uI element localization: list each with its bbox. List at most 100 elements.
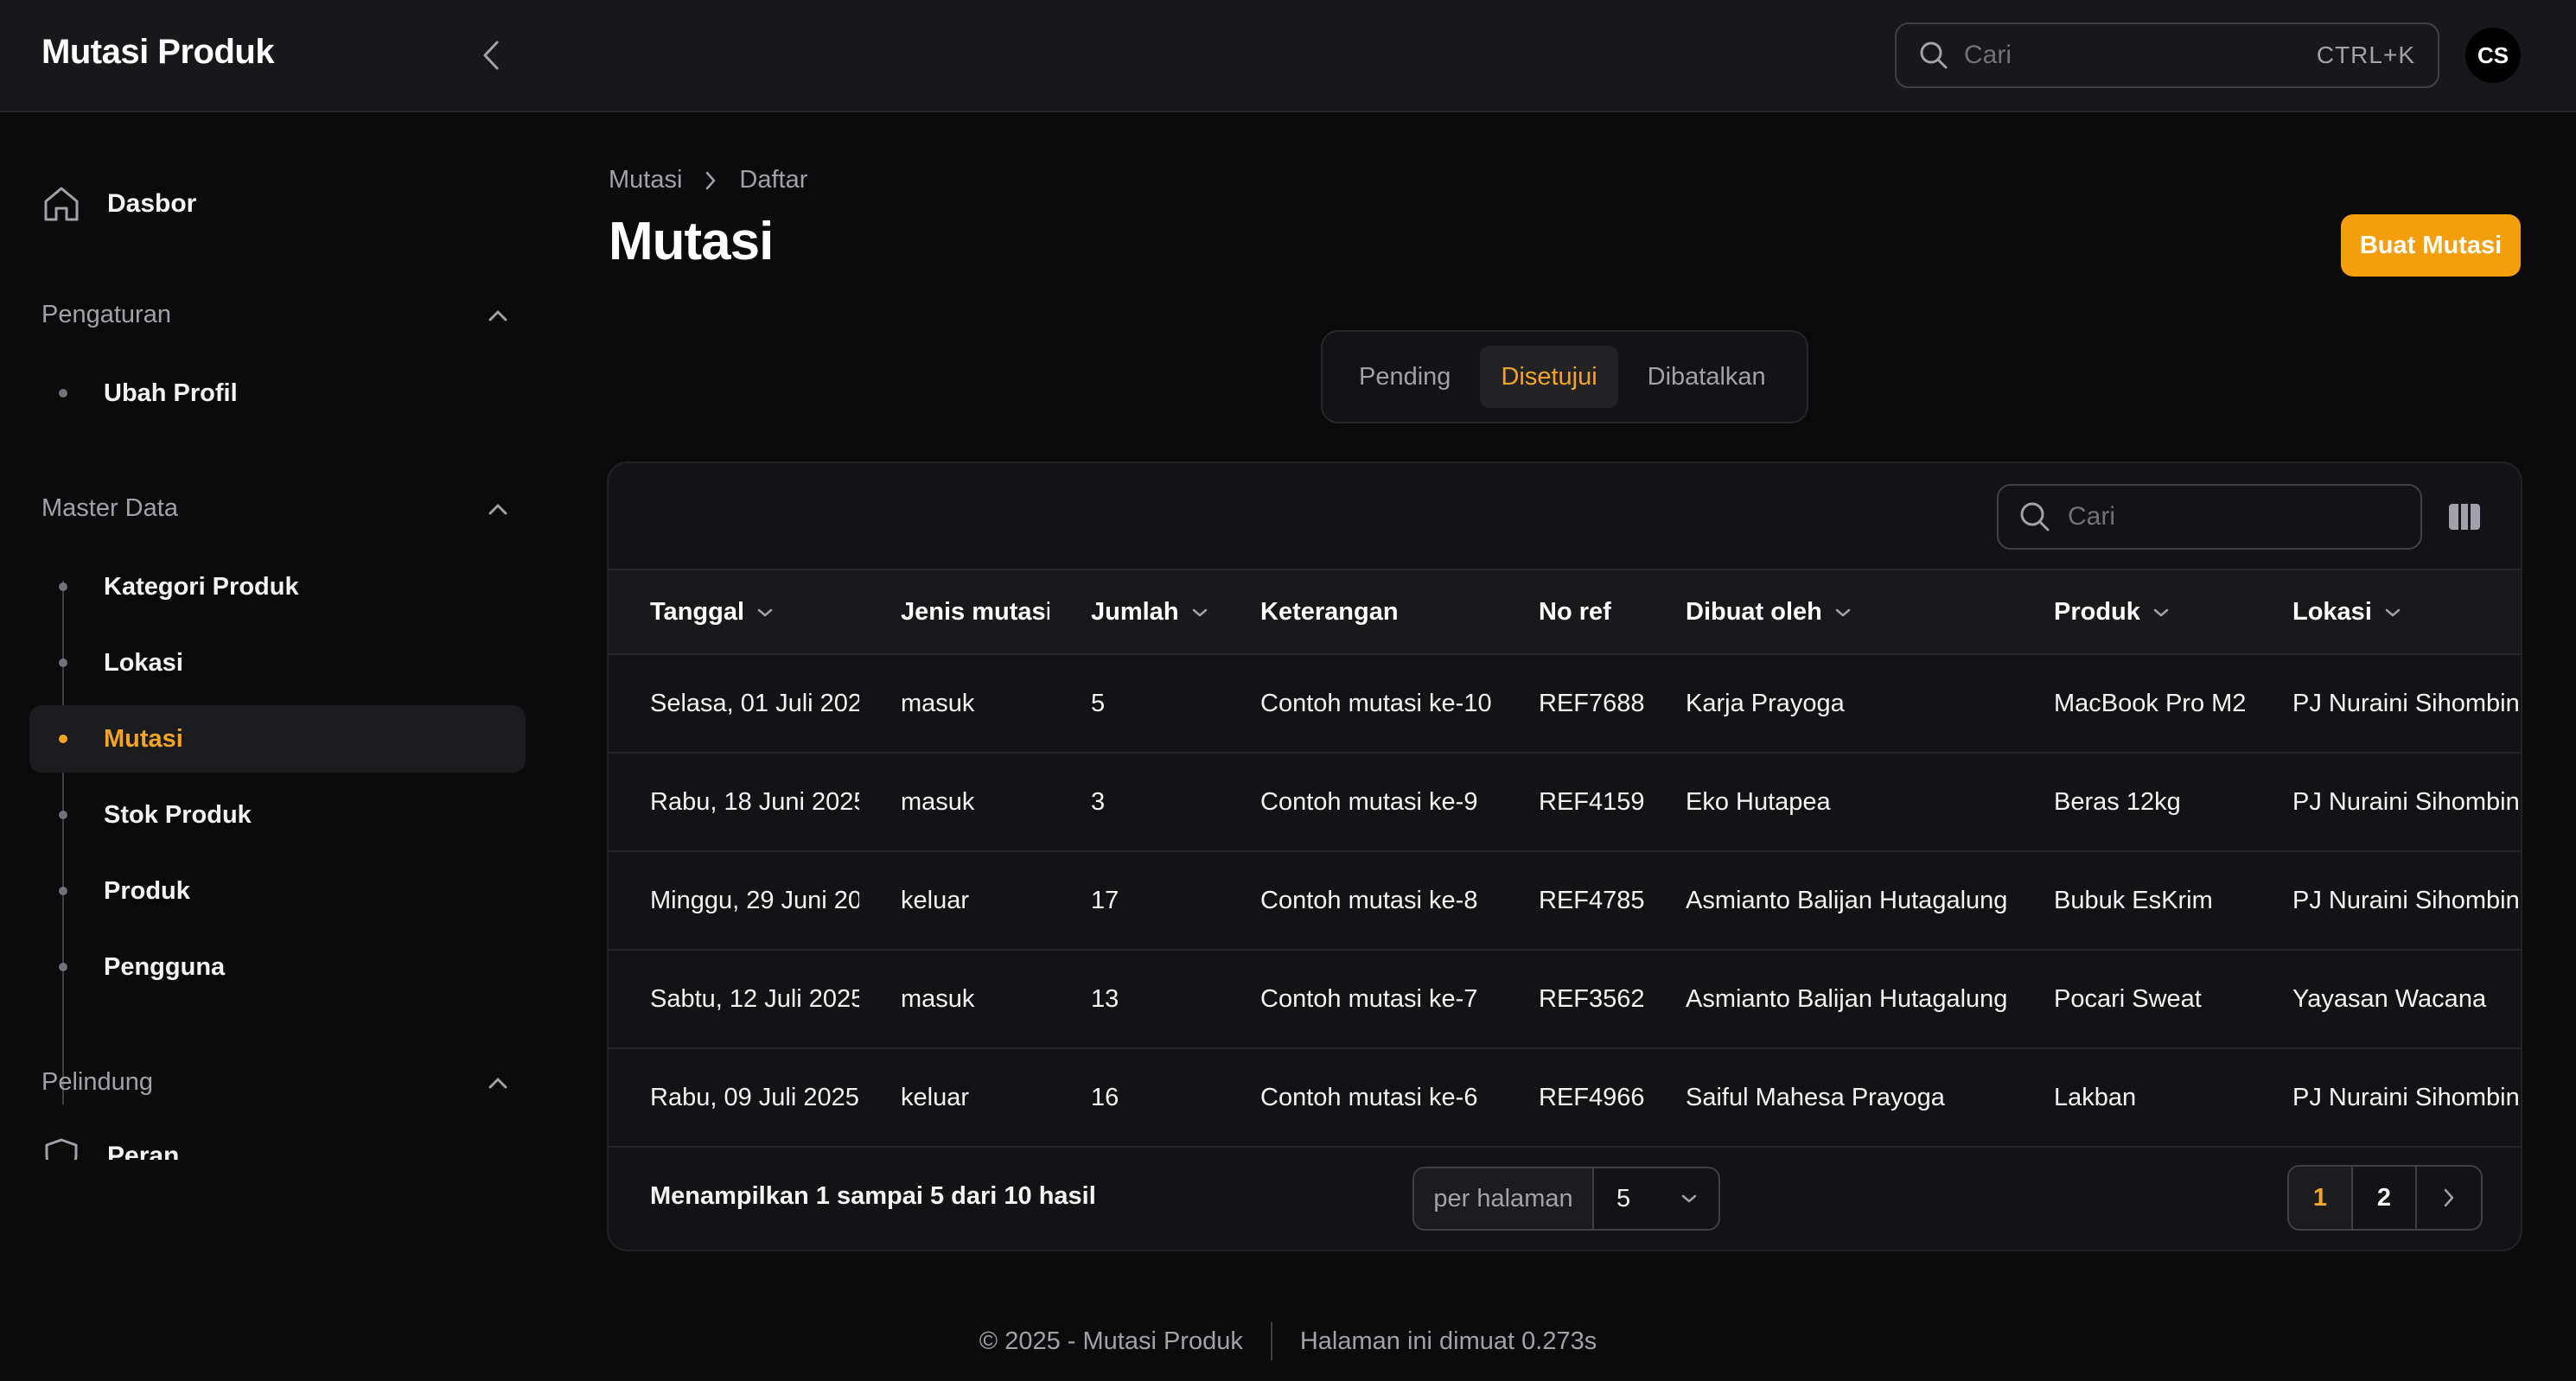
sidebar-item-label: Kategori Produk [104, 572, 299, 601]
cell-no-ref: REF4159 [1539, 787, 1644, 816]
sidebar-item-kategori-produk[interactable]: Kategori Produk [29, 553, 526, 620]
sidebar-item-label: Dasbor [107, 189, 197, 218]
chevron-down-icon [1835, 608, 1851, 617]
cell-jumlah: 16 [1091, 1083, 1119, 1111]
cell-jumlah: 3 [1091, 787, 1106, 816]
table-card: Cari Tanggal Jenis mutasi Jumlah Keteran… [607, 461, 2522, 1251]
cell-tanggal: Minggu, 29 Juni 2025 [650, 886, 859, 914]
per-page-value: 5 [1616, 1184, 1631, 1212]
cell-lokasi: PJ Nuraini Sihombing [2292, 787, 2522, 816]
table-row[interactable]: Minggu, 29 Juni 2025 keluar 17 Contoh mu… [609, 851, 2522, 950]
sidebar-item-label: Pengguna [104, 952, 226, 981]
table-row[interactable]: Selasa, 01 Juli 2025 masuk 5 Contoh muta… [609, 654, 2521, 753]
table-row[interactable]: Rabu, 18 Juni 2025 masuk 3 Contoh mutasi… [609, 753, 2522, 851]
bullet-dot [59, 963, 67, 971]
cell-produk: Bubuk EsKrim [2054, 886, 2213, 914]
column-header-lokasi[interactable]: Lokasi [2251, 570, 2521, 654]
bullet-dot [59, 811, 67, 819]
cell-no-ref: REF4785 [1539, 886, 1644, 914]
sidebar-item-stok-produk[interactable]: Stok Produk [29, 781, 526, 849]
chevron-down-icon [757, 608, 773, 617]
group-header-pelindung[interactable]: Pelindung [41, 1068, 508, 1097]
chevron-right-icon [2444, 1188, 2454, 1207]
columns-toggle-icon[interactable] [2446, 501, 2483, 532]
tab-dibatalkan[interactable]: Dibatalkan [1627, 346, 1787, 408]
cell-jenis-mutasi: masuk [901, 689, 975, 717]
per-page-select[interactable]: per halaman 5 [1412, 1167, 1720, 1231]
cell-lokasi: PJ Nuraini Sihombing [2292, 886, 2522, 914]
next-page-button[interactable] [2417, 1167, 2481, 1229]
status-tabs: Pending Disetujui Dibatalkan [1321, 330, 1808, 423]
cell-tanggal: Sabtu, 12 Juli 2025 [650, 984, 859, 1013]
cell-no-ref: REF7688 [1539, 689, 1644, 717]
cell-tanggal: Rabu, 09 Juli 2025 [650, 1083, 859, 1111]
group-label: Pengaturan [41, 301, 171, 328]
sidebar-item-ubah-profil[interactable]: Ubah Profil [29, 360, 526, 427]
breadcrumb-link[interactable]: Mutasi [609, 166, 682, 194]
collapse-sidebar-button[interactable] [474, 35, 508, 76]
column-header-jumlah[interactable]: Jumlah [1049, 570, 1219, 654]
group-header-master-data[interactable]: Master Data [41, 494, 508, 523]
chevron-up-icon [488, 1078, 507, 1088]
sidebar-item-dasbor[interactable]: Dasbor [41, 180, 196, 228]
tab-pending[interactable]: Pending [1338, 346, 1471, 408]
column-header-no-ref: No ref [1497, 570, 1644, 654]
cell-dibuat-oleh: Eko Hutapea [1686, 787, 1831, 816]
sidebar-item-label: Mutasi [104, 724, 183, 753]
sidebar: Dasbor Pengaturan Ubah Profil Master Dat… [0, 114, 553, 1160]
load-time-text: Halaman ini dimuat 0.273s [1299, 1327, 1597, 1355]
cell-jenis-mutasi: keluar [901, 1083, 969, 1111]
sidebar-item-label: Ubah Profil [104, 379, 238, 407]
bullet-dot [59, 735, 67, 743]
page-footer: © 2025 - Mutasi Produk Halaman ini dimua… [0, 1322, 2576, 1360]
search-icon [1920, 41, 1948, 69]
cell-no-ref: REF4966 [1539, 1083, 1644, 1111]
cell-jumlah: 17 [1091, 886, 1119, 914]
global-search-input[interactable]: Cari CTRL+K [1895, 22, 2439, 88]
table-row[interactable]: Rabu, 09 Juli 2025 keluar 16 Contoh muta… [609, 1048, 2521, 1147]
bullet-dot [59, 659, 67, 667]
cell-keterangan: Contoh mutasi ke-10 [1260, 689, 1492, 717]
create-mutasi-button[interactable]: Buat Mutasi [2341, 214, 2521, 277]
tab-disetujui[interactable]: Disetujui [1480, 346, 1618, 408]
shield-icon [45, 1138, 78, 1160]
bullet-dot [59, 582, 67, 591]
column-label: Jumlah [1091, 597, 1179, 626]
column-header-dibuat-oleh[interactable]: Dibuat oleh [1644, 570, 2012, 654]
sidebar-item-pengguna[interactable]: Pengguna [29, 933, 526, 1001]
app-title[interactable]: Mutasi Produk [41, 33, 275, 72]
sidebar-item-label: Lokasi [104, 648, 183, 677]
cell-dibuat-oleh: Saiful Mahesa Prayoga [1686, 1083, 1945, 1111]
column-header-produk[interactable]: Produk [2012, 570, 2251, 654]
pagination: 1 2 [2287, 1165, 2483, 1231]
cell-keterangan: Contoh mutasi ke-9 [1260, 787, 1478, 816]
group-header-pengaturan[interactable]: Pengaturan [41, 301, 508, 329]
per-page-value-container[interactable]: 5 [1594, 1168, 1718, 1229]
chevron-down-icon [1192, 608, 1207, 617]
cell-jumlah: 5 [1091, 689, 1106, 717]
column-header-jenis-mutasi: Jenis mutasi [859, 570, 1049, 654]
home-icon [44, 187, 79, 221]
group-label: Master Data [41, 494, 178, 522]
breadcrumb-current: Daftar [739, 166, 808, 194]
user-avatar[interactable]: CS [2465, 28, 2521, 83]
chevron-right-icon [705, 170, 717, 191]
sidebar-item-mutasi[interactable]: Mutasi [29, 705, 526, 773]
sidebar-item-lokasi[interactable]: Lokasi [29, 629, 526, 697]
cell-produk: MacBook Pro M2 [2054, 689, 2247, 717]
table-search-input[interactable]: Cari [1997, 484, 2422, 550]
cell-tanggal: Rabu, 18 Juni 2025 [650, 787, 859, 816]
sidebar-item-produk[interactable]: Produk [29, 857, 526, 925]
sidebar-item-label: Stok Produk [104, 800, 252, 829]
column-header-keterangan: Keterangan [1219, 570, 1497, 654]
chevron-up-icon [488, 504, 507, 514]
sidebar-item-peran[interactable]: Peran [41, 1132, 179, 1160]
column-header-tanggal[interactable]: Tanggal [609, 570, 859, 654]
table-row[interactable]: Sabtu, 12 Juli 2025 masuk 13 Contoh muta… [609, 950, 2521, 1048]
page-button-2[interactable]: 2 [2353, 1167, 2417, 1229]
table-search-placeholder: Cari [2068, 502, 2116, 531]
cell-produk: Lakban [2054, 1083, 2137, 1111]
table-footer: Menampilkan 1 sampai 5 dari 10 hasil per… [609, 1144, 2521, 1250]
page-button-1[interactable]: 1 [2289, 1167, 2353, 1229]
cell-jenis-mutasi: masuk [901, 787, 975, 816]
